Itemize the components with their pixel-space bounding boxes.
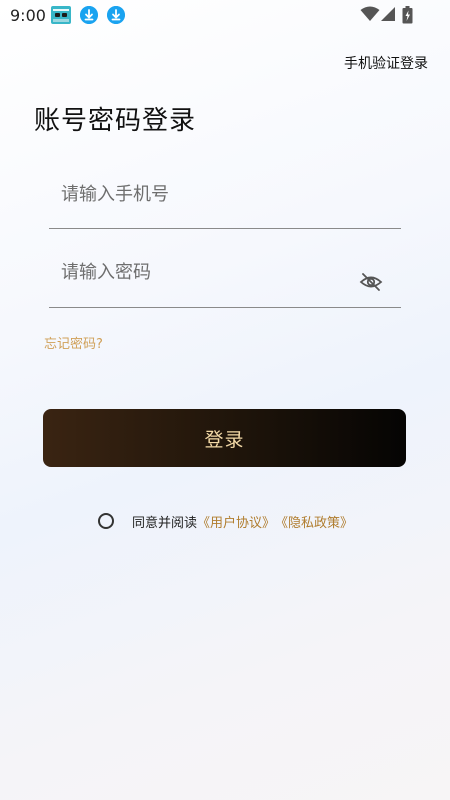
cellular-signal-icon	[381, 7, 395, 21]
battery-charging-icon	[402, 6, 413, 24]
page-title: 账号密码登录	[34, 106, 197, 136]
phone-field[interactable]	[49, 184, 401, 229]
agreement-prefix: 同意并阅读	[132, 515, 198, 531]
notification-app-icon	[51, 6, 71, 24]
user-agreement-link[interactable]: 《用户协议》	[197, 512, 275, 531]
phone-input[interactable]	[49, 184, 341, 205]
wifi-icon	[360, 6, 380, 21]
password-field[interactable]	[49, 262, 401, 308]
status-time: 9:00	[10, 6, 46, 25]
sms-login-link[interactable]: 手机验证登录	[344, 53, 428, 73]
forgot-password-link[interactable]: 忘记密码?	[44, 333, 103, 352]
password-input[interactable]	[49, 262, 341, 283]
login-button[interactable]: 登录	[43, 409, 406, 467]
status-bar: 9:00	[0, 0, 450, 30]
eye-off-icon[interactable]	[359, 272, 383, 292]
agreement-radio[interactable]	[98, 513, 114, 529]
agreement-row: 同意并阅读 《用户协议》 《隐私政策》	[98, 511, 353, 531]
privacy-policy-link[interactable]: 《隐私政策》	[275, 512, 353, 531]
download-icon	[107, 6, 125, 24]
download-icon	[80, 6, 98, 24]
